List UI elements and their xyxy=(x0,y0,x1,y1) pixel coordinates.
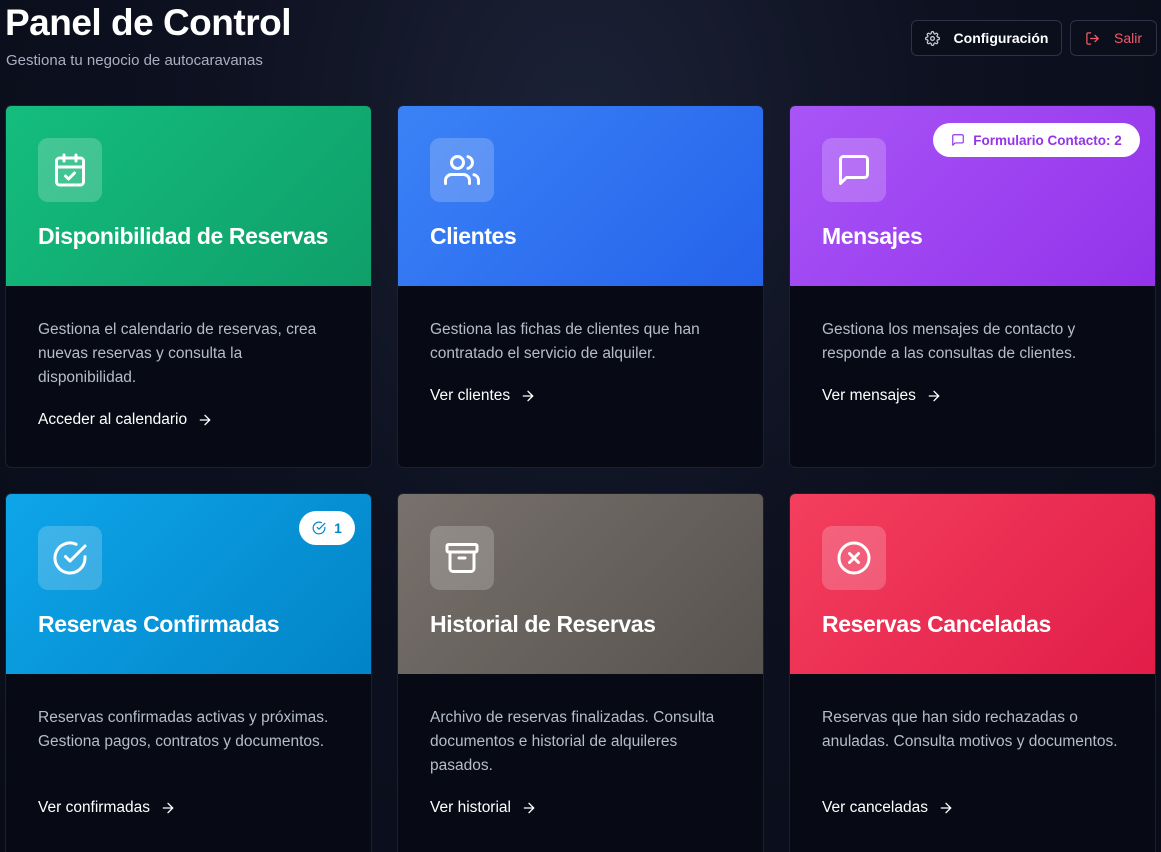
card-header: Disponibilidad de Reservas xyxy=(6,106,371,286)
card-link-label: Ver mensajes xyxy=(822,387,916,404)
card-description: Gestiona las fichas de clientes que han … xyxy=(430,321,700,362)
card-cancelled-bookings[interactable]: Reservas Canceladas Reservas que han sid… xyxy=(789,493,1156,852)
card-title: Reservas Canceladas xyxy=(822,611,1051,637)
badge-label: Formulario Contacto: 2 xyxy=(973,132,1122,148)
card-title: Historial de Reservas xyxy=(430,611,656,637)
card-link[interactable]: Ver canceladas xyxy=(822,799,954,817)
card-link[interactable]: Ver confirmadas xyxy=(38,799,176,817)
exit-label: Salir xyxy=(1113,30,1142,46)
card-link-label: Ver historial xyxy=(430,799,511,816)
icon-container xyxy=(38,138,102,202)
card-booking-history[interactable]: Historial de Reservas Archivo de reserva… xyxy=(397,493,764,852)
card-messages[interactable]: Formulario Contacto: 2 Mensajes Gestiona… xyxy=(789,105,1156,468)
icon-container xyxy=(430,138,494,202)
arrow-right-icon xyxy=(522,390,534,402)
page-subtitle: Gestiona tu negocio de autocaravanas xyxy=(6,52,263,69)
card-header: 1 Reservas Confirmadas xyxy=(6,494,371,674)
card-header: Reservas Canceladas xyxy=(790,494,1155,674)
arrow-right-icon xyxy=(940,802,952,814)
badge-label: 1 xyxy=(334,520,342,536)
x-circle-icon xyxy=(837,541,871,575)
card-title: Reservas Confirmadas xyxy=(38,611,280,637)
configuration-button[interactable]: Configuración xyxy=(911,20,1062,56)
page-title: Panel de Control xyxy=(5,2,291,43)
gear-icon xyxy=(924,30,940,46)
icon-container xyxy=(38,526,102,590)
card-title: Disponibilidad de Reservas xyxy=(38,223,328,249)
card-link[interactable]: Acceder al calendario xyxy=(38,411,213,429)
card-link-label: Acceder al calendario xyxy=(38,411,188,428)
card-description: Reservas confirmadas activas y próximas.… xyxy=(38,709,329,750)
card-description: Archivo de reservas finalizadas. Consult… xyxy=(430,709,715,774)
log-out-icon xyxy=(1086,31,1099,45)
card-link[interactable]: Ver historial xyxy=(430,799,537,817)
check-circle-icon xyxy=(53,541,87,575)
arrow-right-icon xyxy=(928,390,940,402)
archive-icon xyxy=(445,543,479,573)
card-description: Gestiona los mensajes de contacto y resp… xyxy=(822,321,1077,362)
icon-container xyxy=(822,526,886,590)
exit-button[interactable]: Salir xyxy=(1070,20,1157,56)
card-link[interactable]: Ver mensajes xyxy=(822,387,942,405)
card-confirmed-bookings[interactable]: 1 Reservas Confirmadas Reservas confirma… xyxy=(5,493,372,852)
card-title: Mensajes xyxy=(822,223,923,249)
users-icon xyxy=(444,155,480,185)
card-link-label: Ver canceladas xyxy=(822,799,928,816)
icon-container xyxy=(430,526,494,590)
message-square-icon xyxy=(952,134,965,146)
arrow-right-icon xyxy=(199,414,211,426)
arrow-right-icon xyxy=(523,802,535,814)
message-square-icon xyxy=(839,155,869,185)
icon-container xyxy=(822,138,886,202)
page-header: Panel de Control Gestiona tu negocio de … xyxy=(0,0,1161,90)
card-description: Reservas que han sido rechazadas o anula… xyxy=(822,709,1118,750)
card-availability[interactable]: Disponibilidad de Reservas Gestiona el c… xyxy=(5,105,372,468)
card-header: Historial de Reservas xyxy=(398,494,763,674)
card-header: Clientes xyxy=(398,106,763,286)
calendar-check-icon xyxy=(55,153,85,187)
card-header: Formulario Contacto: 2 Mensajes xyxy=(790,106,1155,286)
card-description: Gestiona el calendario de reservas, crea… xyxy=(38,321,317,386)
confirmed-count-badge[interactable]: 1 xyxy=(299,511,355,545)
card-link[interactable]: Ver clientes xyxy=(430,387,536,405)
configuration-label: Configuración xyxy=(953,30,1049,46)
card-title: Clientes xyxy=(430,223,517,249)
check-circle-icon xyxy=(312,521,326,535)
card-link-label: Ver clientes xyxy=(430,387,511,404)
card-link-label: Ver confirmadas xyxy=(38,799,150,816)
arrow-right-icon xyxy=(162,802,174,814)
card-clients[interactable]: Clientes Gestiona las fichas de clientes… xyxy=(397,105,764,468)
contact-form-badge[interactable]: Formulario Contacto: 2 xyxy=(933,123,1140,157)
